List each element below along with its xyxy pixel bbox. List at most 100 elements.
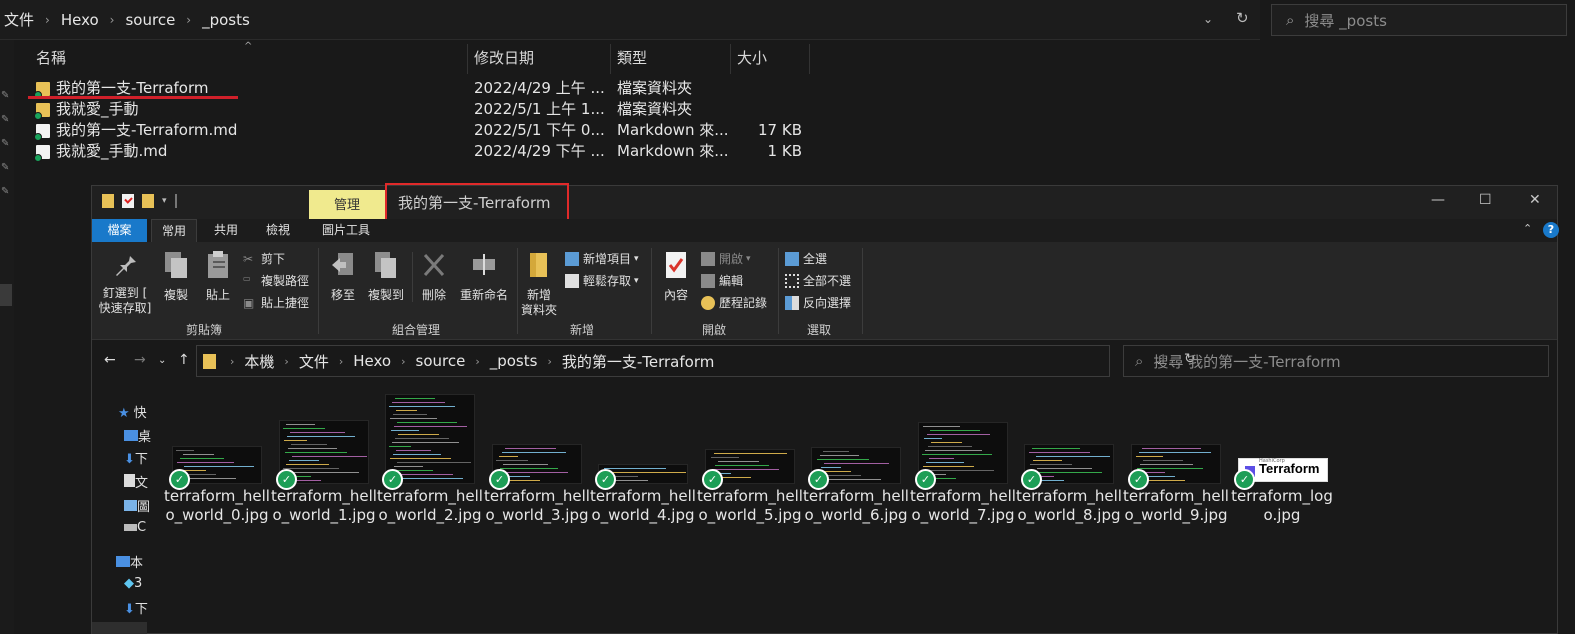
col-type[interactable]: 類型: [611, 44, 731, 74]
search-box[interactable]: ⌕ 搜尋 我的第一支-Terraform: [1123, 345, 1549, 377]
list-item[interactable]: 我就愛_手動 2022/5/1 上午 1... 檔案資料夾: [14, 99, 814, 120]
collapse-ribbon-icon[interactable]: ⌃: [1523, 222, 1532, 235]
file-tile[interactable]: ✓ terraform_hello_world_4.jpg: [590, 382, 696, 552]
select-all-button[interactable]: 全選: [785, 250, 827, 267]
pin-to-quick-access-button[interactable]: 釘選到 [ 快速存取]: [98, 250, 152, 316]
copy-to-button[interactable]: 複製到: [364, 250, 408, 303]
file-tile[interactable]: ✓ terraform_hello_world_1.jpg: [271, 382, 377, 552]
refresh-icon[interactable]: ↻: [1236, 9, 1249, 27]
crumb-source[interactable]: source: [416, 352, 466, 370]
customize-dropdown-icon[interactable]: ▾: [162, 196, 167, 206]
properties-icon[interactable]: [122, 194, 134, 208]
new-folder-icon[interactable]: [142, 194, 154, 208]
copy-label: 複製: [163, 288, 188, 302]
open-button[interactable]: 開啟 ▾: [701, 250, 751, 267]
file-tile[interactable]: ✓ terraform_hello_world_2.jpg: [377, 382, 483, 552]
tab-manage[interactable]: 管理: [309, 190, 385, 219]
properties-button[interactable]: 內容: [658, 250, 694, 303]
thumbnail-text-line: [1030, 464, 1072, 465]
nav-this-pc[interactable]: 本: [116, 552, 143, 571]
tab-picture-tools[interactable]: 圖片工具: [310, 219, 382, 242]
col-name[interactable]: 名稱: [30, 44, 468, 74]
crumb-hexo[interactable]: Hexo: [353, 352, 391, 370]
new-folder-button[interactable]: 新增 資料夾: [520, 250, 558, 318]
select-none-button[interactable]: 全部不選: [785, 272, 851, 289]
edit-label: 編輯: [719, 274, 744, 288]
horizontal-scrollbar[interactable]: [92, 622, 147, 634]
help-icon[interactable]: ?: [1543, 222, 1559, 238]
file-tile[interactable]: HashiCorp Terraform ✓ terraform_logo.jpg: [1229, 382, 1335, 552]
select-all-label: 全選: [803, 252, 828, 266]
tab-file[interactable]: 檔案: [92, 219, 147, 242]
new-item-button[interactable]: 新增項目 ▾: [565, 250, 639, 267]
chevron-down-icon[interactable]: ⌄: [1203, 12, 1213, 26]
pin-icon[interactable]: ✎: [1, 138, 9, 149]
bg-address-bar[interactable]: 文件 › Hexo › source › _posts ⌄ ↻: [0, 0, 1260, 40]
ribbon-divider: [778, 248, 779, 334]
bg-search-box[interactable]: ⌕ 搜尋 _posts: [1271, 4, 1567, 36]
bg-crumb-hexo[interactable]: Hexo: [61, 11, 99, 29]
nav-desktop[interactable]: 桌: [124, 426, 151, 445]
cut-button[interactable]: ✂ 剪下: [243, 250, 285, 267]
forward-arrow-icon[interactable]: →: [134, 352, 146, 368]
history-button[interactable]: 歷程記錄: [701, 294, 767, 311]
paste-shortcut-button[interactable]: ▣ 貼上捷徑: [243, 294, 309, 311]
list-item[interactable]: 我就愛_手動.md 2022/4/29 下午 ... Markdown 來...…: [14, 141, 814, 162]
tab-share[interactable]: 共用: [202, 219, 250, 242]
file-tile[interactable]: ✓ terraform_hello_world_8.jpg: [1016, 382, 1122, 552]
close-icon[interactable]: ✕: [1529, 192, 1541, 208]
file-tile[interactable]: ✓ terraform_hello_world_0.jpg: [164, 382, 270, 552]
history-label: 歷程記錄: [719, 296, 768, 310]
minimize-icon[interactable]: —: [1431, 192, 1445, 208]
file-tile[interactable]: ✓ terraform_hello_world_9.jpg: [1123, 382, 1229, 552]
file-tile[interactable]: ✓ terraform_hello_world_3.jpg: [484, 382, 590, 552]
move-to-button[interactable]: 移至: [324, 250, 362, 303]
pin-icon[interactable]: ✎: [1, 186, 9, 197]
cut-label: 剪下: [261, 252, 286, 266]
folder-icon[interactable]: [102, 194, 114, 208]
delete-button[interactable]: 刪除: [418, 250, 450, 303]
file-tile[interactable]: ✓ terraform_hello_world_5.jpg: [697, 382, 803, 552]
pin-icon[interactable]: ✎: [1, 162, 9, 173]
pin-icon[interactable]: ✎: [1, 90, 9, 101]
col-size[interactable]: 大小: [731, 44, 810, 74]
nav-quick-access[interactable]: ★ 快: [118, 402, 147, 421]
nav-documents[interactable]: 文: [124, 472, 148, 491]
crumb-current-folder[interactable]: 我的第一支-Terraform: [562, 351, 715, 372]
download-icon: ⬇: [124, 452, 135, 467]
copy-path-button[interactable]: ▭ 複製路徑: [243, 272, 309, 289]
thumbnail-text-line: [393, 414, 427, 415]
copy-button[interactable]: 複製: [158, 250, 194, 303]
bg-crumb-source[interactable]: source: [125, 11, 175, 29]
list-item[interactable]: 我的第一支-Terraform.md 2022/5/1 下午 0... Mark…: [14, 120, 814, 141]
title-bar[interactable]: ▾ 管理 我的第一支-Terraform — ☐ ✕: [92, 183, 1557, 225]
thumbnail-text-line: [928, 446, 972, 447]
crumb-posts[interactable]: _posts: [490, 352, 538, 370]
col-modified[interactable]: 修改日期: [468, 44, 611, 74]
crumb-documents[interactable]: 文件: [299, 351, 329, 372]
up-arrow-icon[interactable]: ↑: [178, 352, 190, 368]
recent-locations-icon[interactable]: ⌄: [158, 355, 166, 366]
nav-drive-c[interactable]: C: [124, 520, 146, 535]
edit-button[interactable]: 編輯: [701, 272, 743, 289]
paste-button[interactable]: 貼上: [200, 250, 236, 303]
invert-selection-button[interactable]: 反向選擇: [785, 294, 851, 311]
nav-pictures[interactable]: 圖: [124, 496, 150, 515]
easy-access-button[interactable]: 輕鬆存取 ▾: [565, 272, 639, 289]
nav-downloads-pc[interactable]: ⬇下: [124, 598, 148, 617]
back-arrow-icon[interactable]: ←: [104, 352, 116, 368]
bg-crumb-posts[interactable]: _posts: [202, 11, 250, 29]
nav-3d-objects[interactable]: ◆3: [124, 576, 142, 591]
tab-view[interactable]: 檢視: [254, 219, 302, 242]
rename-button[interactable]: 重新命名: [456, 250, 512, 303]
crumb-this-pc[interactable]: 本機: [244, 351, 274, 372]
maximize-icon[interactable]: ☐: [1479, 192, 1492, 208]
bg-crumb-documents[interactable]: 文件: [4, 9, 34, 30]
file-tile[interactable]: ✓ terraform_hello_world_6.jpg: [803, 382, 909, 552]
address-bar[interactable]: › 本機 › 文件 › Hexo › source › _posts › 我的第…: [196, 345, 1196, 377]
tab-home[interactable]: 常用: [151, 219, 197, 242]
pin-icon[interactable]: ✎: [1, 114, 9, 125]
pictures-icon: [124, 500, 137, 511]
nav-downloads[interactable]: ⬇下: [124, 448, 148, 467]
file-tile[interactable]: ✓ terraform_hello_world_7.jpg: [910, 382, 1016, 552]
